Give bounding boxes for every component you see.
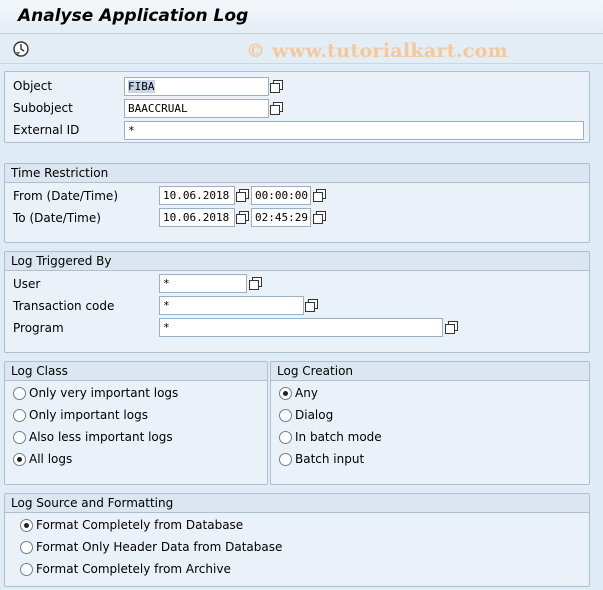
radio-any[interactable] [279, 387, 292, 400]
option-label: All logs [29, 452, 73, 466]
title-bar: Analyse Application Log [0, 0, 603, 34]
radio-format-archive[interactable] [20, 563, 33, 576]
multiple-selection-icon[interactable] [235, 209, 251, 225]
to-label: To (Date/Time) [13, 211, 101, 225]
watermark: © www.tutorialkart.com [246, 40, 509, 62]
radio-dialog[interactable] [279, 409, 292, 422]
selection-header-group: Object FIBA Subobject BAACCRUAL External… [4, 71, 590, 143]
option-label: Format Completely from Database [36, 518, 244, 532]
log-class-group: Log Class Only very important logs Only … [4, 361, 268, 485]
multiple-selection-icon[interactable] [235, 187, 251, 203]
object-value: FIBA [128, 80, 155, 93]
log-creation-title: Log Creation [271, 362, 589, 381]
log-creation-group: Log Creation Any Dialog In batch mode Ba… [270, 361, 590, 485]
user-label: User [13, 277, 41, 291]
radio-batch-input[interactable] [279, 453, 292, 466]
to-time-field[interactable]: 02:45:29 [251, 208, 311, 227]
radio-only-very-important[interactable] [13, 387, 26, 400]
option-label: Also less important logs [29, 430, 173, 444]
option-label: Only important logs [29, 408, 148, 422]
subobject-field[interactable]: BAACCRUAL [124, 99, 269, 118]
page-title: Analyse Application Log [18, 6, 249, 26]
radio-format-header-db[interactable] [20, 541, 33, 554]
multiple-selection-icon[interactable] [312, 187, 328, 203]
multiple-selection-icon[interactable] [269, 78, 285, 94]
radio-batch-mode[interactable] [279, 431, 292, 444]
option-label: Only very important logs [29, 386, 179, 400]
radio-less-important[interactable] [13, 431, 26, 444]
from-label: From (Date/Time) [13, 189, 118, 203]
object-field[interactable]: FIBA [124, 77, 269, 96]
subobject-label: Subobject [13, 101, 73, 115]
option-label: In batch mode [295, 430, 382, 444]
option-label: Batch input [295, 452, 365, 466]
program-label: Program [13, 321, 64, 335]
external-id-label: External ID [13, 123, 80, 137]
multiple-selection-icon[interactable] [269, 100, 285, 116]
log-triggered-by-title: Log Triggered By [5, 252, 589, 271]
radio-format-complete-db[interactable] [20, 519, 33, 532]
option-label: Dialog [295, 408, 334, 422]
log-source-group: Log Source and Formatting Format Complet… [4, 493, 590, 587]
time-restriction-title: Time Restriction [5, 164, 589, 183]
program-field[interactable]: * [159, 318, 443, 337]
multiple-selection-icon[interactable] [304, 297, 320, 313]
object-label: Object [13, 79, 53, 93]
multiple-selection-icon[interactable] [444, 319, 460, 335]
multiple-selection-icon[interactable] [312, 209, 328, 225]
option-label: Any [295, 386, 318, 400]
log-class-title: Log Class [5, 362, 267, 381]
option-label: Format Only Header Data from Database [36, 540, 283, 554]
to-date-field[interactable]: 10.06.2018 [159, 208, 235, 227]
multiple-selection-icon[interactable] [248, 275, 264, 291]
radio-all-logs[interactable] [13, 453, 26, 466]
from-date-field[interactable]: 10.06.2018 [159, 186, 235, 205]
external-id-field[interactable]: * [124, 121, 584, 140]
radio-only-important[interactable] [13, 409, 26, 422]
transaction-code-field[interactable]: * [159, 296, 304, 315]
execute-clock-icon[interactable] [12, 40, 30, 58]
log-source-title: Log Source and Formatting [5, 494, 589, 513]
user-field[interactable]: * [159, 274, 247, 293]
from-time-field[interactable]: 00:00:00 [251, 186, 311, 205]
transaction-code-label: Transaction code [13, 299, 115, 313]
log-triggered-by-group: Log Triggered By User * Transaction code… [4, 251, 590, 353]
time-restriction-group: Time Restriction From (Date/Time) 10.06.… [4, 163, 590, 243]
option-label: Format Completely from Archive [36, 562, 231, 576]
